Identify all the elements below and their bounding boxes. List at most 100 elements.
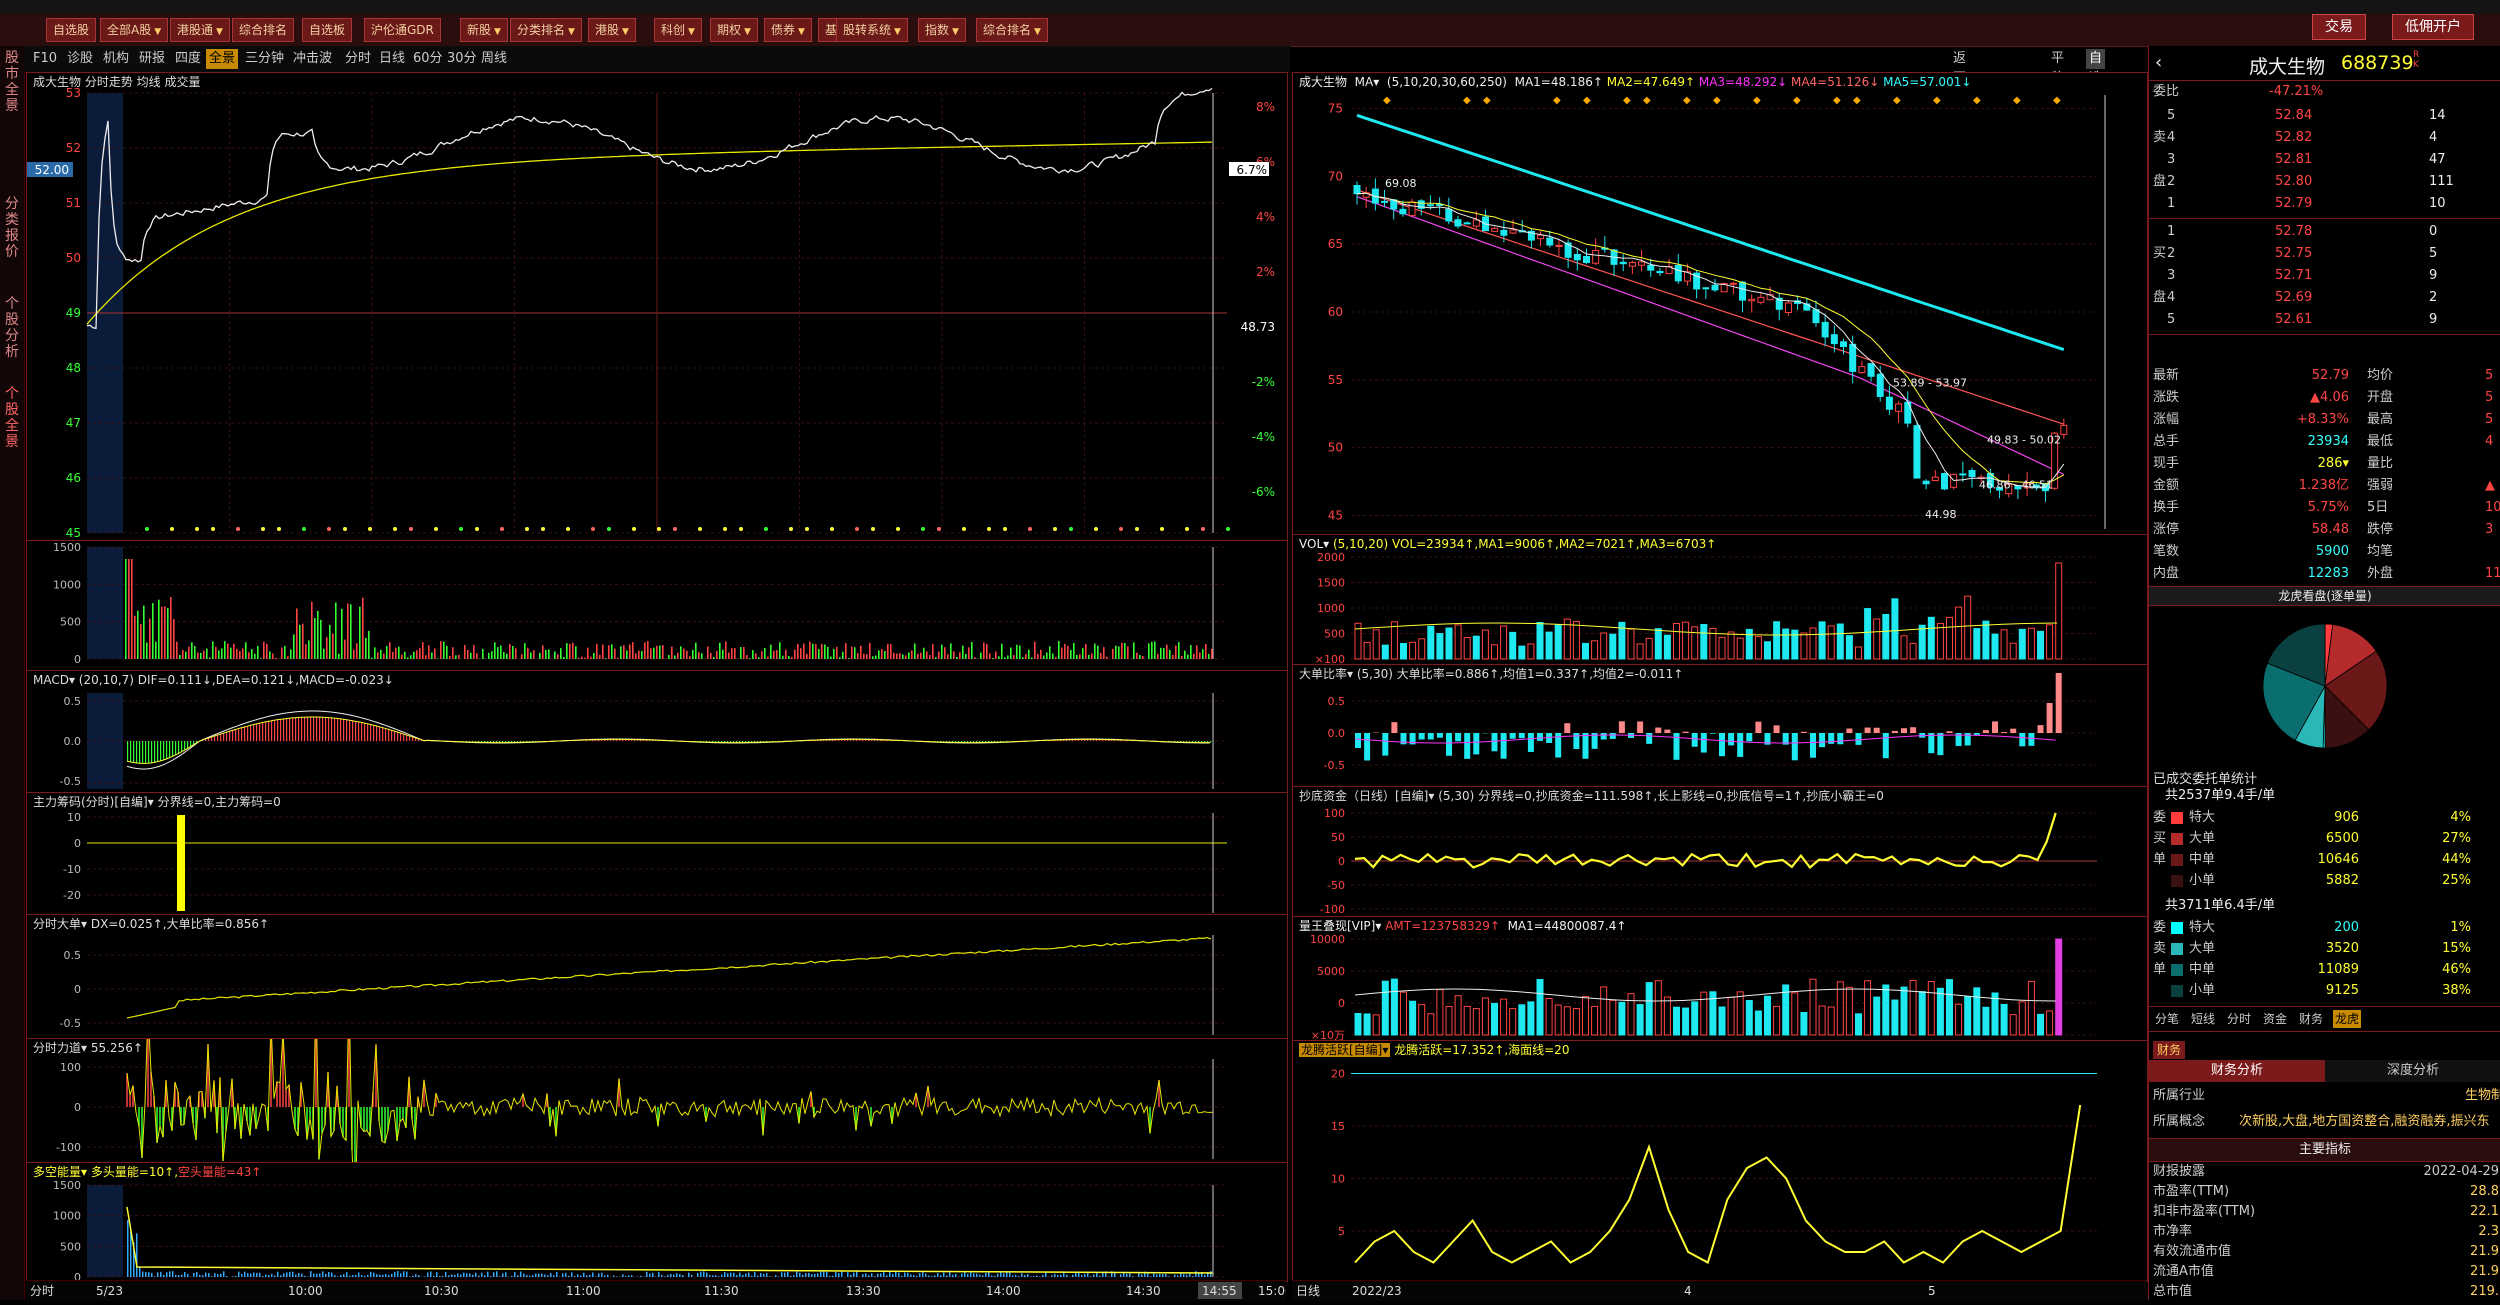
tab-daily[interactable]: 日线 (376, 49, 408, 69)
qty-bar (1746, 1001, 1752, 1035)
toolbar-button-14[interactable]: 股转系统▼ (836, 18, 908, 42)
volume-bar (935, 657, 937, 659)
quote-tab-4[interactable]: 财务 (2297, 1010, 2325, 1028)
toolbar-button-15[interactable]: 指数▼ (918, 18, 966, 42)
quote-tab-3[interactable]: 资金 (2261, 1010, 2289, 1028)
candle-body (1896, 404, 1902, 411)
energy-bar (895, 1272, 897, 1277)
volume-bar (614, 649, 616, 659)
tab-diagnose[interactable]: 诊股 (64, 49, 96, 69)
watchlist-dropdown[interactable]: 自选 (2086, 49, 2105, 69)
trade-button[interactable]: 交易 (2312, 14, 2366, 40)
back-to-stock-analysis[interactable]: 返回个股分析 (1950, 49, 1969, 69)
tab-weekly[interactable]: 周线 (478, 49, 510, 69)
energy-bar (589, 1275, 591, 1277)
toolbar-button-9[interactable]: 港股▼ (588, 18, 636, 42)
pan-button[interactable]: 平移 (2048, 49, 2067, 69)
deep-analysis-tab[interactable]: 深度分析 (2325, 1060, 2500, 1082)
volume-bar (467, 650, 469, 659)
volume-bar (647, 641, 649, 659)
tab-30min[interactable]: 30分 (444, 49, 480, 69)
rail-stock-analysis[interactable]: 个股分析 (2, 296, 22, 360)
volume-bar (644, 642, 646, 659)
energy-bar (658, 1272, 660, 1277)
pre-open-area (87, 547, 123, 659)
bigratio-bar (1464, 733, 1470, 759)
qty-bar (1765, 996, 1771, 1035)
energy-bar (1132, 1276, 1134, 1277)
volume-bar (1076, 655, 1078, 659)
signal-marker (541, 527, 545, 531)
toolbar-button-2[interactable]: 全部A股▼ (100, 18, 168, 42)
finance-analysis-tab[interactable]: 财务分析 (2149, 1060, 2325, 1082)
quote-tab-5[interactable]: 龙虎 (2333, 1010, 2361, 1028)
intraday-price-panel: 成大生物 分时走势 均线 成交量 5352515049484746458%6%4… (26, 72, 1288, 541)
energy-bar (673, 1275, 675, 1277)
volume-bar (881, 649, 883, 659)
toolbar-button-3[interactable]: 港股通▼ (170, 18, 230, 42)
dvol-bar (1637, 644, 1643, 659)
energy-bar (988, 1272, 990, 1277)
qty-bar (1382, 981, 1388, 1035)
toolbar-button-7[interactable]: 新股▼ (460, 18, 508, 42)
tab-four-degree[interactable]: 四度 (172, 49, 204, 69)
signal-marker (195, 527, 199, 531)
quote-tab-0[interactable]: 分笔 (2153, 1010, 2181, 1028)
stat-row: 最新52.79均价5 (2149, 366, 2500, 386)
toolbar-button-16[interactable]: 综合排名▼ (976, 18, 1048, 42)
force-tick: 100 (60, 1061, 81, 1074)
volume-bar (851, 647, 853, 659)
macd-bar (232, 731, 233, 741)
volume-bar (947, 654, 949, 659)
price-tick: 45 (66, 526, 81, 540)
tab-three-minute[interactable]: 三分钟 (242, 49, 287, 69)
tab-institution[interactable]: 机构 (100, 49, 132, 69)
quote-tab-1[interactable]: 短线 (2189, 1010, 2217, 1028)
candle-body (1583, 256, 1589, 262)
tab-shockwave[interactable]: 冲击波 (290, 49, 335, 69)
volume-bar (425, 655, 427, 659)
signal-marker (789, 527, 793, 531)
volume-bar (581, 657, 583, 659)
force-chart: 1000-100 (27, 1039, 1287, 1163)
signal-marker (409, 527, 413, 531)
tab-research[interactable]: 研报 (136, 49, 168, 69)
toolbar-button-1[interactable]: 自选股 (46, 18, 96, 42)
energy-bar (868, 1275, 870, 1277)
bigratio-bar (1792, 733, 1798, 760)
open-account-button[interactable]: 低佣开户 (2392, 14, 2474, 40)
tab-f10[interactable]: F10 (30, 49, 60, 69)
signal-marker (921, 527, 925, 531)
tab-panorama[interactable]: 全景 (206, 49, 238, 69)
multi-tick: 500 (60, 1240, 81, 1253)
volume-bar (287, 656, 289, 659)
toolbar-button-4[interactable]: 综合排名 (232, 18, 294, 42)
energy-bar (598, 1273, 600, 1277)
stock-flag: R K (2413, 50, 2421, 70)
tab-intraday[interactable]: 分时 (342, 49, 374, 69)
back-arrow-icon[interactable]: ‹ (2155, 52, 2162, 73)
stat-row: 笔数5900均笔 (2149, 542, 2500, 562)
quote-tab-2[interactable]: 分时 (2225, 1010, 2253, 1028)
rail-category-quote[interactable]: 分类报价 (2, 196, 22, 260)
energy-bar (334, 1275, 336, 1277)
energy-bar (814, 1274, 816, 1277)
energy-bar (1204, 1275, 1206, 1277)
toolbar-button-12[interactable]: 债券▼ (764, 18, 812, 42)
rail-stock-panorama[interactable]: 个股全景 (2, 386, 22, 450)
toolbar-button-5[interactable]: 自选板 (302, 18, 352, 42)
toolbar-button-11[interactable]: 期权▼ (710, 18, 758, 42)
tab-60min[interactable]: 60分 (410, 49, 446, 69)
rail-market-overview[interactable]: 股市全景 (2, 50, 22, 114)
toolbar-button-6[interactable]: 沪伦通GDR (364, 18, 441, 42)
dvol-bar (1856, 647, 1862, 659)
volume-bar (365, 638, 367, 659)
bigratio-bar (1637, 721, 1643, 733)
toolbar-button-10[interactable]: 科创▼ (654, 18, 702, 42)
volume-bar (1157, 654, 1159, 659)
stat-row: 涨幅+8.33%最高5 (2149, 410, 2500, 430)
toolbar-button-8[interactable]: 分类排名▼ (510, 18, 582, 42)
energy-bar (505, 1272, 507, 1277)
volume-bar (296, 608, 298, 659)
finance-tab[interactable]: 财务 (2153, 1041, 2185, 1059)
